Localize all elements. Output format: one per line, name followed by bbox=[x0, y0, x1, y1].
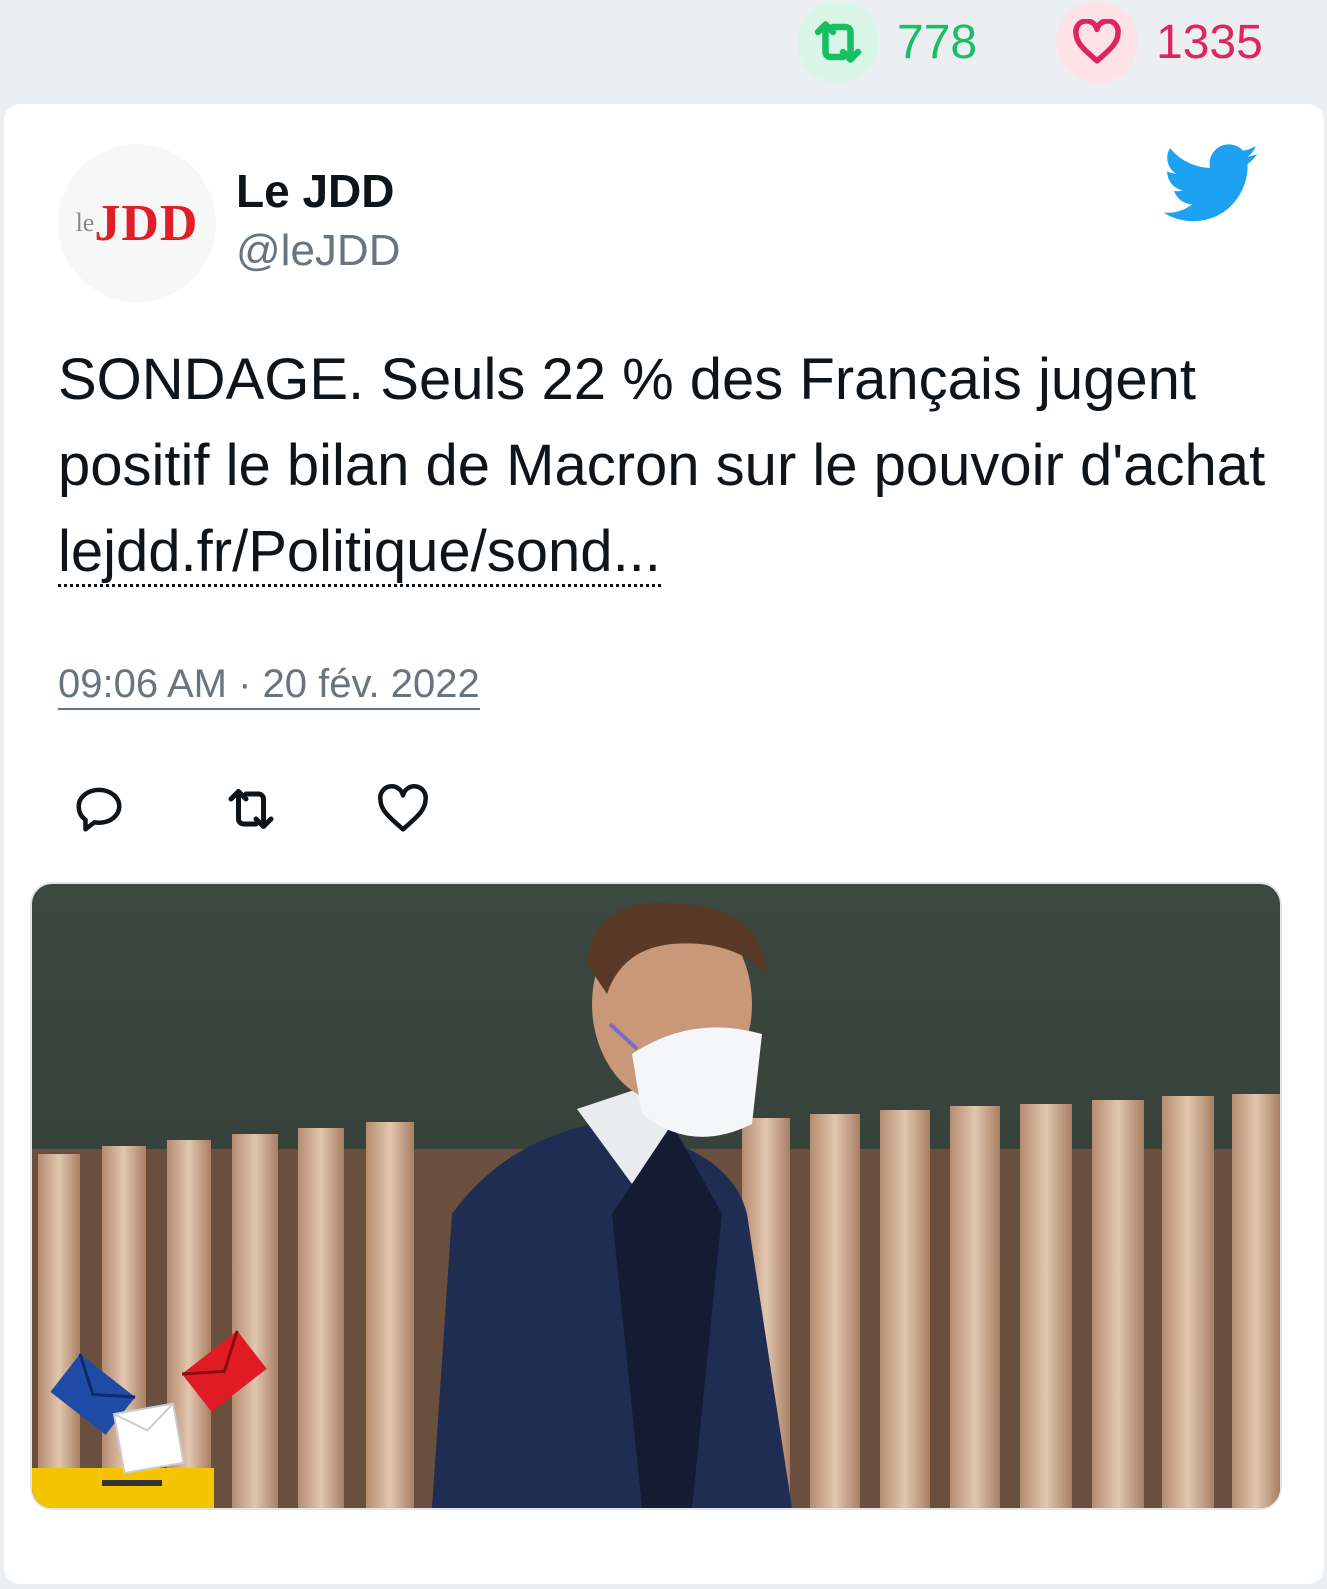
like-icon[interactable] bbox=[368, 774, 438, 844]
avatar[interactable]: le JDD bbox=[58, 144, 216, 302]
tweet-body: SONDAGE. Seuls 22 % des Français jugent … bbox=[58, 347, 1266, 498]
twitter-bird-icon[interactable] bbox=[1163, 144, 1260, 224]
retweet-icon[interactable] bbox=[216, 774, 286, 844]
tweet-media-image[interactable] bbox=[30, 882, 1282, 1510]
like-stat[interactable]: 1335 bbox=[1056, 1, 1263, 83]
author-handle[interactable]: @leJDD bbox=[236, 226, 400, 276]
retweet-icon[interactable] bbox=[797, 1, 879, 83]
like-count: 1335 bbox=[1156, 15, 1263, 69]
tweet-text: SONDAGE. Seuls 22 % des Français jugent … bbox=[58, 337, 1278, 595]
tweet-timestamp[interactable]: 09:06 AM · 20 fév. 2022 bbox=[58, 660, 480, 710]
retweet-stat[interactable]: 778 bbox=[797, 1, 978, 83]
retweet-count: 778 bbox=[897, 15, 978, 69]
author-name[interactable]: Le JDD bbox=[236, 164, 394, 218]
tweet-link[interactable]: lejdd.fr/Politique/sond... bbox=[58, 519, 661, 587]
top-stats-bar: 778 1335 bbox=[0, 0, 1327, 100]
avatar-logo-jdd: JDD bbox=[94, 194, 199, 252]
avatar-logo-le: le bbox=[75, 208, 95, 237]
tweet-card: le JDD Le JDD @leJDD SONDAGE. Seuls 22 % … bbox=[4, 104, 1324, 1584]
reply-icon[interactable] bbox=[64, 774, 134, 844]
heart-icon[interactable] bbox=[1056, 1, 1138, 83]
